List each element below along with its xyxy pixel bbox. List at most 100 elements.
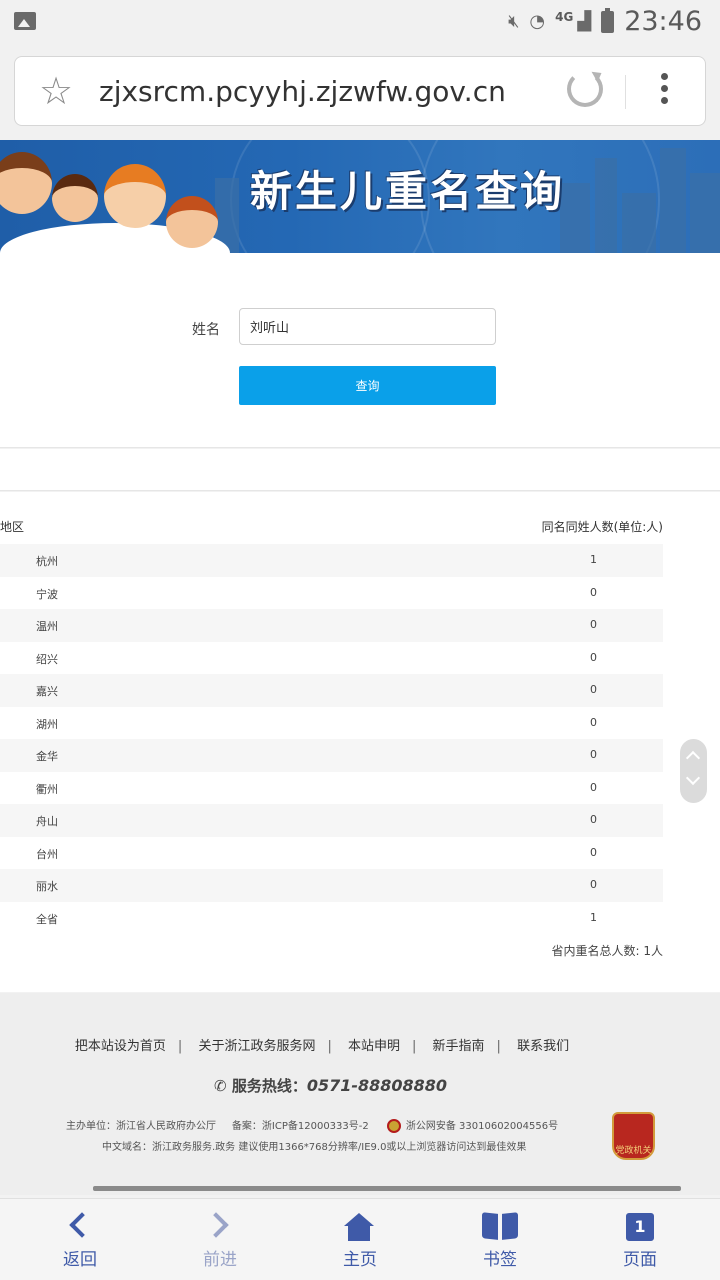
name-input[interactable] (239, 308, 496, 345)
tab-count: 1 (626, 1213, 654, 1241)
table-header: 地区 同名同姓人数(单位:人) (0, 514, 663, 536)
forward-label: 前进 (203, 1250, 237, 1270)
bookmarks-button[interactable]: 书签 (460, 1209, 540, 1270)
tabs-label: 页面 (623, 1250, 657, 1270)
region-cell: 衢州 (36, 782, 58, 796)
count-cell: 0 (590, 748, 597, 761)
gallery-notification-icon (14, 12, 36, 30)
forward-button[interactable]: 前进 (180, 1209, 260, 1270)
browser-toolbar: ☆ zjxsrcm.pcyyhj.zjzwfw.gov.cn (0, 44, 720, 140)
count-cell: 0 (590, 585, 597, 599)
count-cell: 0 (590, 715, 597, 729)
wifi-icon: ◔ (529, 11, 546, 32)
count-cell: 0 (590, 780, 597, 794)
region-cell: 嘉兴 (36, 685, 58, 698)
address-bar[interactable]: ☆ zjxsrcm.pcyyhj.zjzwfw.gov.cn (14, 56, 706, 126)
count-cell: 0 (590, 683, 597, 696)
region-cell: 舟山 (36, 815, 58, 828)
cartoon-kid-illustration (52, 174, 98, 222)
region-cell: 宁波 (36, 587, 58, 601)
sponsor-text: 主办单位：浙江省人民政府办公厅 (66, 1121, 216, 1132)
home-label: 主页 (343, 1250, 377, 1270)
footer-link-guide[interactable]: 新手指南 (433, 1039, 485, 1054)
count-cell: 0 (590, 813, 597, 826)
police-record-text[interactable]: 浙公网安备 33010602004556号 (406, 1121, 558, 1132)
home-button[interactable]: 主页 (320, 1209, 400, 1270)
hotline-label: 服务热线： (231, 1077, 307, 1095)
table-row: 衢州 0 (0, 772, 663, 805)
footer-link-about[interactable]: 关于浙江政务服务网 (198, 1039, 315, 1054)
footer-info-line: 主办单位：浙江省人民政府办公厅 备案：浙ICP备12000333号-2 浙公网安… (66, 1117, 558, 1133)
table-row: 舟山 0 (0, 804, 663, 837)
footer-link-set-homepage[interactable]: 把本站设为首页 (75, 1039, 166, 1054)
screen: 🔇︎ ◔ 4G ▟ 23:46 ☆ zjxsrcm.pcyyhj.zjzwfw.… (0, 0, 720, 1280)
section-divider (0, 449, 720, 491)
url-text[interactable]: zjxsrcm.pcyyhj.zjzwfw.gov.cn (99, 75, 506, 108)
phone-icon: ✆ (214, 1077, 227, 1095)
banner-building (622, 193, 656, 253)
tabs-icon: 1 (600, 1209, 680, 1241)
results-table: 地区 同名同姓人数(单位:人) 杭州 1 宁波 0 温州 0 绍兴 0 嘉兴 0 湖州 0 … (0, 492, 720, 992)
icp-text[interactable]: 备案：浙ICP备12000333号-2 (232, 1121, 369, 1132)
table-row: 台州 0 (0, 837, 663, 870)
network-type: 4G (555, 9, 574, 24)
region-cell: 全省 (36, 912, 58, 926)
region-cell: 台州 (36, 847, 58, 861)
signal-icon: ▟ (577, 11, 592, 32)
table-row: 金华 0 (0, 739, 663, 772)
table-row: 杭州 1 (0, 544, 663, 577)
back-button[interactable]: 返回 (40, 1209, 120, 1270)
status-icons: 🔇︎ ◔ 4G ▟ 23:46 (508, 6, 702, 37)
site-footer: 把本站设为首页 | 关于浙江政务服务网 | 本站申明 | 新手指南 | 联系我们 ✆ 服… (0, 993, 720, 1195)
bookmarks-label: 书签 (483, 1250, 517, 1270)
party-govt-badge[interactable]: 党政机关 (612, 1112, 655, 1160)
table-row: 宁波 0 (0, 577, 663, 610)
footer-link-statement[interactable]: 本站申明 (348, 1039, 400, 1054)
status-bar: 🔇︎ ◔ 4G ▟ 23:46 (0, 0, 720, 44)
toolbar-divider (625, 75, 626, 109)
horizontal-scrollbar[interactable] (93, 1186, 681, 1191)
region-cell: 绍兴 (36, 652, 58, 666)
region-cell: 丽水 (36, 880, 58, 893)
back-arrow-icon (40, 1209, 120, 1241)
banner-title: 新生儿重名查询 (250, 167, 566, 216)
browser-bottom-bar: 返回 前进 主页 书签 1 页面 (0, 1198, 720, 1280)
tabs-button[interactable]: 1 页面 (600, 1209, 680, 1270)
footer-link-contact[interactable]: 联系我们 (517, 1039, 569, 1054)
page-banner: 新生儿重名查询 (0, 140, 720, 253)
table-row: 嘉兴 0 (0, 674, 663, 707)
region-cell: 温州 (36, 620, 58, 633)
table-row: 湖州 0 (0, 707, 663, 740)
column-header-region: 地区 (0, 520, 25, 534)
count-cell: 1 (590, 553, 597, 566)
hotline-number: 0571-88808880 (306, 1076, 448, 1095)
scroll-down-icon[interactable] (685, 770, 701, 786)
total-count: 省内重名总人数: 1人 (551, 944, 664, 958)
battery-icon (601, 7, 615, 33)
query-button[interactable]: 查询 (239, 366, 496, 405)
mute-icon: 🔇︎ (508, 11, 520, 32)
cartoon-kid-illustration (104, 164, 166, 228)
more-menu-icon[interactable] (661, 73, 669, 109)
table-row: 全省 1 (0, 902, 663, 935)
name-label: 姓名 (192, 322, 220, 338)
count-cell: 0 (590, 650, 597, 664)
cartoon-kid-illustration (166, 196, 218, 248)
scroll-up-icon[interactable] (685, 750, 701, 766)
table-row: 丽水 0 (0, 869, 663, 902)
count-cell: 1 (590, 910, 597, 924)
reload-icon[interactable] (567, 71, 603, 107)
column-header-count: 同名同姓人数(单位:人) (541, 520, 663, 534)
bookmark-star-icon[interactable]: ☆ (39, 71, 73, 111)
service-hotline: ✆ 服务热线：0571-88808880 (214, 1075, 447, 1096)
region-cell: 金华 (36, 750, 58, 763)
domain-info: 中文域名：浙江政务服务.政务 建议使用1366*768分辨率/IE9.0或以上浏… (102, 1142, 527, 1153)
query-form: 姓名 查询 (0, 253, 720, 448)
table-row: 绍兴 0 (0, 642, 663, 675)
home-icon (320, 1209, 400, 1241)
region-cell: 湖州 (36, 717, 58, 731)
table-body: 杭州 1 宁波 0 温州 0 绍兴 0 嘉兴 0 湖州 0 金华 0 衢州 0 舟山 0 台州 0 … (0, 544, 663, 934)
police-emblem-icon (386, 1119, 401, 1133)
table-row: 温州 0 (0, 609, 663, 642)
page-scroll-control[interactable] (680, 739, 707, 803)
